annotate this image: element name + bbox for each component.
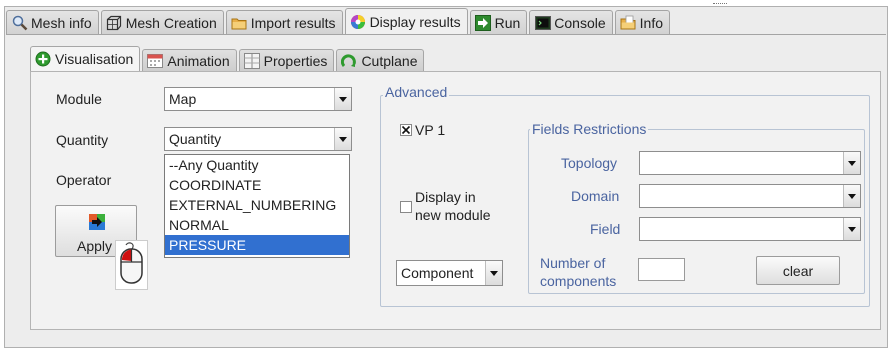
tab-label: Display results: [369, 13, 461, 30]
main-tab-bar: Mesh info Mesh Creation Import results D…: [6, 8, 672, 34]
folder-icon: [231, 15, 248, 31]
vp1-checkbox[interactable]: [400, 124, 412, 136]
mesh-cube-icon: [106, 15, 123, 31]
num-components-line1: Number of: [540, 255, 606, 271]
tab-label: Run: [494, 14, 521, 31]
calendar-icon: [147, 53, 164, 69]
module-value: Map: [169, 91, 197, 107]
dropdown-option[interactable]: EXTERNAL_NUMBERING: [165, 195, 349, 215]
tab-label: Mesh Creation: [125, 14, 217, 31]
tab-display-results[interactable]: Display results: [344, 8, 468, 34]
subtab-label: Cutplane: [361, 52, 418, 69]
green-plus-icon: [35, 51, 51, 67]
window-grip[interactable]: [713, 3, 727, 6]
tab-label: Info: [639, 14, 664, 31]
topology-select[interactable]: [639, 151, 861, 175]
chevron-down-icon[interactable]: [334, 128, 351, 150]
display-new-module-label: Display in new module: [415, 188, 491, 224]
module-select[interactable]: Map: [164, 87, 352, 111]
console-icon: [534, 15, 551, 31]
tab-import-results[interactable]: Import results: [225, 10, 343, 34]
tab-mesh-info[interactable]: Mesh info: [6, 10, 99, 34]
field-label: Field: [590, 221, 621, 237]
chevron-down-icon[interactable]: [485, 261, 502, 285]
tab-run[interactable]: Run: [469, 10, 528, 34]
magnifier-icon: [11, 15, 28, 31]
num-components-input[interactable]: [638, 258, 685, 281]
sub-tab-bar: Visualisation Animation Properties Cutpl…: [30, 46, 426, 72]
tab-label: Import results: [250, 14, 336, 31]
quantity-value: Quantity: [169, 131, 222, 147]
tab-label: Mesh info: [31, 14, 92, 31]
dropdown-option-selected[interactable]: PRESSURE: [165, 235, 349, 255]
subtab-label: Properties: [263, 52, 328, 69]
component-value: Component: [401, 265, 474, 281]
component-select[interactable]: Component: [396, 260, 503, 286]
dropdown-option[interactable]: COORDINATE: [165, 175, 349, 195]
domain-label: Domain: [571, 188, 620, 204]
quantity-select[interactable]: Quantity: [164, 127, 352, 151]
module-label: Module: [56, 91, 102, 107]
info-folder-icon: [620, 15, 637, 31]
dropdown-option[interactable]: NORMAL: [165, 215, 349, 235]
clear-label: clear: [782, 262, 814, 279]
clear-button[interactable]: clear: [756, 256, 840, 285]
chevron-down-icon[interactable]: [843, 218, 860, 240]
tab-cutplane[interactable]: Cutplane: [336, 49, 425, 71]
quantity-dropdown-list: --Any Quantity COORDINATE EXTERNAL_NUMBE…: [164, 154, 350, 258]
tab-console[interactable]: Console: [529, 10, 613, 34]
topology-label: Topology: [561, 155, 618, 171]
vp1-label: VP 1: [415, 122, 446, 138]
dropdown-option[interactable]: --Any Quantity: [165, 155, 349, 175]
chevron-down-icon[interactable]: [843, 185, 860, 207]
tab-visualisation[interactable]: Visualisation: [30, 46, 141, 71]
quantity-label: Quantity: [56, 132, 109, 148]
tab-properties[interactable]: Properties: [238, 49, 335, 71]
num-components-label: Number of components: [540, 254, 616, 290]
advanced-title: Advanced: [383, 84, 450, 100]
tab-animation[interactable]: Animation: [142, 49, 237, 71]
chevron-down-icon[interactable]: [843, 152, 860, 174]
chevron-down-icon[interactable]: [334, 88, 351, 110]
operator-label: Operator: [56, 172, 112, 188]
fields-restrictions-title: Fields Restrictions: [530, 121, 649, 137]
num-components-line2: components: [540, 273, 617, 289]
tab-mesh-creation[interactable]: Mesh Creation: [100, 10, 224, 34]
apply-label: Apply: [77, 238, 113, 254]
run-arrow-icon: [475, 14, 492, 31]
cutplane-icon: [341, 53, 357, 69]
color-wheel-icon: [350, 14, 367, 30]
subtab-label: Visualisation: [55, 51, 134, 67]
tab-info[interactable]: Info: [614, 10, 671, 34]
display-new-module-checkbox[interactable]: [400, 201, 412, 213]
field-select[interactable]: [639, 217, 861, 241]
mouse-click-icon: [115, 240, 148, 290]
domain-select[interactable]: [639, 184, 861, 208]
display-new-module-line2: new module: [415, 207, 491, 223]
subtab-label: Animation: [167, 52, 230, 69]
tab-label: Console: [554, 14, 606, 31]
properties-icon: [243, 52, 260, 69]
display-new-module-line1: Display in: [415, 189, 476, 205]
apply-arrow-icon: [89, 214, 105, 233]
